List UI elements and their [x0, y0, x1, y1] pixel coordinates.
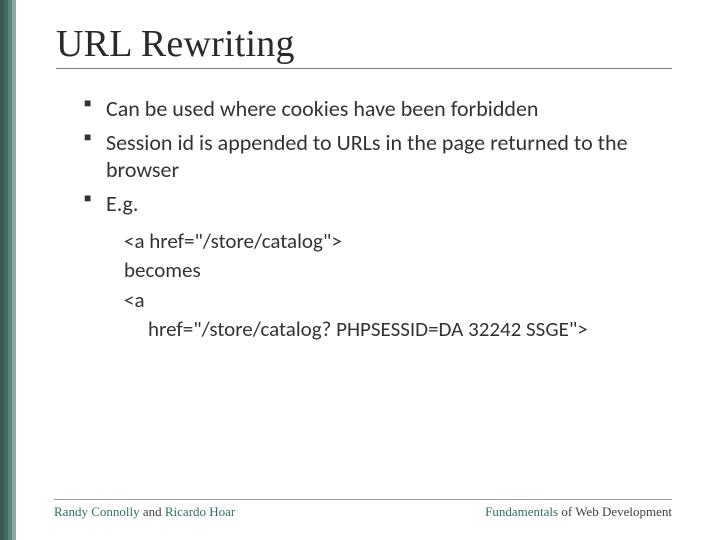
author-name: Randy Connolly — [54, 504, 140, 519]
book-rest: of Web Development — [558, 504, 672, 519]
footer-authors: Randy Connolly and Ricardo Hoar — [54, 504, 235, 520]
page-title: URL Rewriting — [56, 22, 672, 66]
footer: Randy Connolly and Ricardo Hoar Fundamen… — [54, 499, 672, 520]
author-name: Ricardo Hoar — [165, 504, 235, 519]
code-example: <a href="/store/catalog"> becomes <a hre… — [56, 227, 672, 345]
book-highlight: Fundamentals — [485, 504, 558, 519]
bullet-item: E.g. — [84, 190, 672, 218]
code-line: becomes — [124, 256, 672, 285]
code-line: href="/store/catalog? PHPSESSID=DA 32242… — [124, 315, 672, 344]
bullet-item: Can be used where cookies have been forb… — [84, 95, 672, 123]
code-line: <a — [124, 286, 672, 315]
code-line: <a href="/store/catalog"> — [124, 227, 672, 256]
title-wrap: URL Rewriting — [56, 22, 672, 69]
bullet-list: Can be used where cookies have been forb… — [56, 95, 672, 217]
accent-bar — [0, 0, 16, 540]
author-join: and — [140, 504, 165, 519]
footer-book: Fundamentals of Web Development — [485, 504, 672, 520]
bullet-item: Session id is appended to URLs in the pa… — [84, 129, 672, 184]
